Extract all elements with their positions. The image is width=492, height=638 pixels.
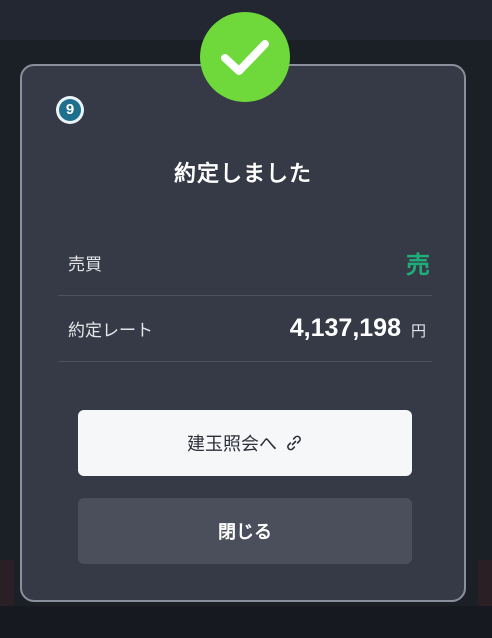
- close-button-label: 閉じる: [218, 522, 272, 543]
- execution-rate-unit: 円: [410, 322, 426, 340]
- execution-rate-value: 4,137,198: [289, 314, 401, 342]
- execution-rate: 4,137,198 円: [290, 314, 432, 343]
- trade-side-value: 売: [406, 251, 430, 279]
- view-positions-button[interactable]: 建玉照会へ: [78, 410, 412, 476]
- view-positions-label: 建玉照会へ: [187, 434, 277, 455]
- step-number-badge: 9: [56, 96, 84, 124]
- trade-side-row: 売買 売: [58, 230, 432, 296]
- background-footer: [0, 606, 492, 638]
- order-filled-dialog: 9 約定しました 売買 売 約定レート 4,137,198 円 建玉照会へ 閉じ…: [20, 64, 466, 602]
- dialog-title: 約定しました: [173, 162, 312, 187]
- close-button[interactable]: 閉じる: [78, 498, 412, 564]
- step-number: 9: [59, 99, 81, 121]
- trade-side-label: 売買: [68, 255, 102, 275]
- execution-rate-label: 約定レート: [68, 321, 153, 341]
- link-icon: [285, 434, 303, 452]
- success-checkmark-icon: [200, 12, 290, 102]
- execution-rate-row: 約定レート 4,137,198 円: [58, 296, 432, 362]
